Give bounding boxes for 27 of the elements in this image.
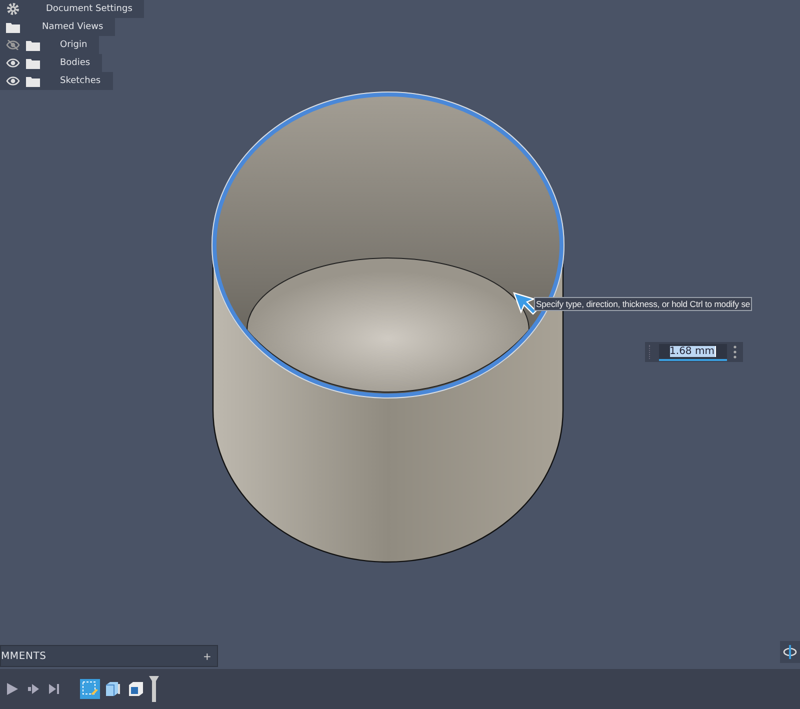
browser-item[interactable]: Bodies [0, 54, 102, 72]
orbit-icon [783, 644, 797, 660]
panel-title: MMENTS [1, 650, 46, 662]
add-button[interactable]: + [203, 648, 211, 664]
browser-item[interactable]: Document Settings [0, 0, 144, 18]
eye-icon[interactable] [6, 58, 20, 68]
timeline-marker-icon[interactable] [149, 676, 159, 702]
cursor-arrow-icon [512, 291, 538, 317]
folder-icon [26, 58, 40, 68]
more-options-icon[interactable] [733, 345, 737, 359]
play-icon[interactable] [7, 683, 18, 695]
folder-icon [26, 40, 40, 50]
folder-icon [6, 22, 20, 32]
hidden-eye-icon[interactable] [6, 40, 20, 50]
browser-item[interactable]: Origin [0, 36, 100, 54]
eye-icon[interactable] [6, 76, 20, 86]
folder-icon [26, 76, 40, 86]
browser-item[interactable]: Sketches [0, 72, 113, 90]
skip-to-end-icon[interactable] [49, 684, 60, 694]
browser-item[interactable]: Named Views [0, 18, 116, 36]
settings-icon[interactable] [6, 2, 20, 16]
orbit-button[interactable] [780, 641, 800, 663]
step-forward-icon[interactable] [28, 684, 39, 694]
tooltip: Specify type, direction, thickness, or hold Ctrl to modify se [534, 297, 752, 311]
thickness-input-field[interactable]: 1.68 mm [659, 344, 727, 360]
timeline-feature-icon[interactable] [103, 679, 123, 699]
timeline-feature-icon[interactable] [126, 679, 146, 699]
